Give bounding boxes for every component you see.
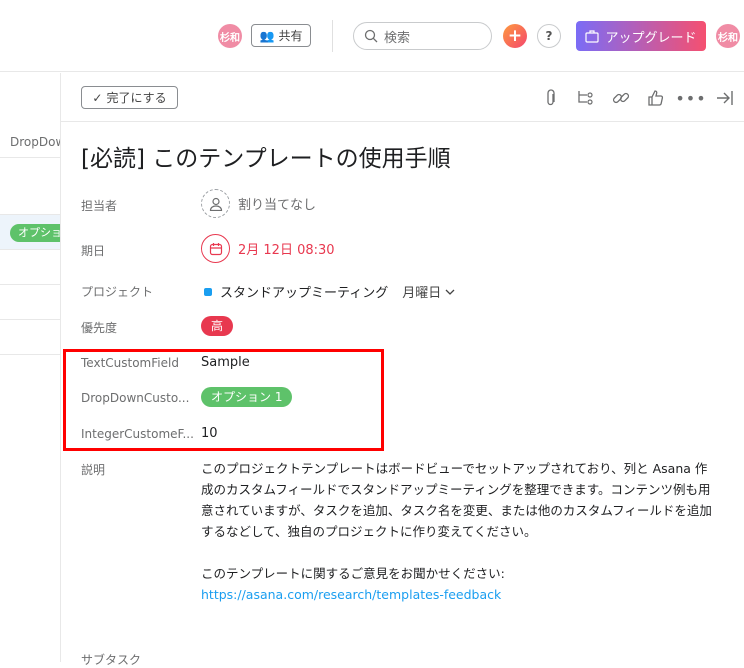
search-input[interactable]: 検索 [353, 22, 492, 50]
search-icon [364, 29, 378, 43]
assignee-value: 割り当てなし [238, 198, 317, 213]
task-title[interactable]: [必読] このテンプレートの使用手順 [81, 139, 451, 173]
priority-field[interactable]: 高 [201, 316, 234, 336]
text-custom-field-value[interactable]: Sample [201, 355, 250, 370]
due-date-label: 期日 [81, 244, 106, 258]
subtasks-label: サブタスク [81, 653, 142, 667]
project-section[interactable]: 月曜日 [402, 282, 441, 301]
description-paragraph: このプロジェクトテンプレートはボードビューでセットアップされており、列と Asa… [201, 461, 712, 539]
check-icon: ✓ [92, 90, 103, 105]
integer-custom-field-value[interactable]: 10 [201, 426, 218, 441]
upgrade-button[interactable]: アップグレード [576, 21, 706, 51]
search-placeholder: 検索 [384, 30, 411, 46]
column-header: DropDow [10, 135, 60, 149]
table-row-selected[interactable]: オプショ [0, 215, 60, 250]
subtask-icon[interactable] [575, 87, 597, 109]
dropdown-pill: オプション 1 [201, 387, 293, 407]
text-custom-field-label: TextCustomField [81, 356, 179, 370]
complete-label: 完了にする [106, 91, 167, 105]
priority-label: 優先度 [81, 321, 118, 335]
table-row[interactable] [0, 320, 60, 355]
description-label: 説明 [81, 463, 106, 477]
user-icon [201, 189, 230, 218]
table-row[interactable] [0, 158, 60, 215]
task-list-panel: DropDow オプショ [0, 73, 60, 662]
dropdown-custom-field[interactable]: オプション 1 [201, 387, 293, 407]
more-options-icon[interactable]: ••• [675, 87, 705, 109]
user-avatar[interactable]: 杉和 [716, 24, 740, 48]
task-toolbar: ✓ 完了にする ••• [61, 73, 744, 122]
avatar[interactable]: 杉和 [218, 24, 242, 48]
assignee-label: 担当者 [81, 199, 118, 213]
dropdown-pill: オプショ [10, 224, 60, 242]
like-icon[interactable] [645, 87, 667, 109]
column-header-row: DropDow [0, 73, 60, 158]
upgrade-label: アップグレード [605, 30, 697, 46]
close-pane-icon[interactable] [714, 87, 736, 109]
task-detail-pane: ✓ 完了にする ••• [必読] このテンプレートの使用手順 担当者 割り当てな… [60, 73, 744, 667]
integer-custom-field-label: IntegerCustomeF... [81, 427, 194, 441]
project-field[interactable]: スタンドアップミーティング 月曜日 [201, 282, 455, 301]
priority-pill: 高 [201, 316, 234, 336]
briefcase-icon [585, 29, 600, 43]
project-label: プロジェクト [81, 285, 154, 299]
project-color-dot [204, 287, 212, 296]
due-date-field[interactable]: 2月 12日 08:30 [201, 234, 335, 263]
add-button[interactable]: + [503, 24, 527, 48]
description-field[interactable]: このプロジェクトテンプレートはボードビューでセットアップされており、列と Asa… [201, 458, 715, 605]
calendar-icon [201, 234, 230, 263]
table-row[interactable] [0, 285, 60, 320]
table-row[interactable] [0, 250, 60, 285]
top-bar: 杉和 👥 共有 検索 + ? アップグレード 杉和 [0, 0, 744, 72]
share-button[interactable]: 👥 共有 [251, 24, 311, 47]
share-label: 共有 [278, 29, 303, 43]
plus-icon: + [507, 26, 523, 46]
mark-complete-button[interactable]: ✓ 完了にする [81, 86, 178, 109]
help-button[interactable]: ? [537, 24, 561, 48]
description-feedback: このテンプレートに関するご意見をお聞かせください: [201, 566, 505, 581]
due-date-value: 2月 12日 08:30 [238, 243, 335, 258]
divider [332, 20, 333, 52]
link-icon[interactable] [610, 87, 632, 109]
people-icon: 👥 [259, 28, 275, 43]
assignee-field[interactable]: 割り当てなし [201, 189, 316, 218]
attachment-icon[interactable] [540, 87, 562, 109]
chevron-down-icon[interactable] [445, 284, 455, 299]
feedback-link[interactable]: https://asana.com/research/templates-fee… [201, 587, 501, 602]
project-name[interactable]: スタンドアップミーティング [220, 282, 388, 301]
dropdown-custom-field-label: DropDownCusto... [81, 391, 190, 405]
